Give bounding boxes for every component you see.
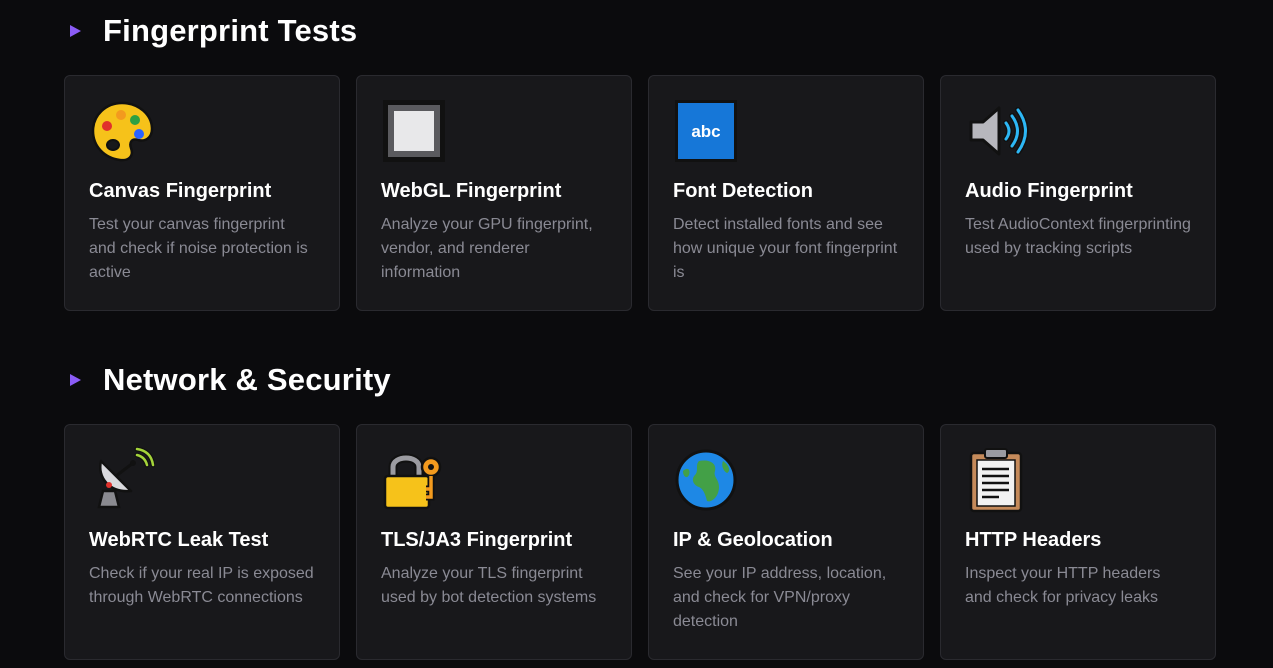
card-description: See your IP address, location, and check… [673,565,887,630]
card-ip-geolocation[interactable]: IP & Geolocation See your IP address, lo… [648,424,924,660]
card-font-detection[interactable]: abc Font Detection Detect installed font… [648,75,924,311]
section-title: Fingerprint Tests [103,13,358,48]
card-description: Analyze your TLS fingerprint used by bot… [381,565,597,606]
card-webrtc-leak-test[interactable]: WebRTC Leak Test Check if your real IP i… [64,424,340,660]
card-title: TLS/JA3 Fingerprint [381,529,573,551]
card-tls-ja3-fingerprint[interactable]: TLS/JA3 Fingerprint Analyze your TLS fin… [356,424,632,660]
card-description: Detect installed fonts and see how uniqu… [673,216,898,281]
triangle-bullet-icon [70,374,81,386]
network-security-grid: WebRTC Leak Test Check if your real IP i… [64,424,1216,660]
card-title: WebRTC Leak Test [89,529,269,551]
section-title: Network & Security [103,362,391,397]
clipboard-icon [969,448,1023,513]
section-header-network-security: Network & Security [70,360,391,400]
card-description: Test AudioContext fingerprinting used by… [965,216,1191,257]
card-description: Analyze your GPU fingerprint, vendor, an… [381,216,593,281]
card-description: Check if your real IP is exposed through… [89,565,314,606]
globe-icon [675,449,737,511]
card-webgl-fingerprint[interactable]: WebGL Fingerprint Analyze your GPU finge… [356,75,632,311]
card-description: Inspect your HTTP headers and check for … [965,565,1161,606]
card-title: IP & Geolocation [673,529,833,551]
card-title: WebGL Fingerprint [381,180,562,202]
fingerprint-tests-grid: Canvas Fingerprint Test your canvas fing… [64,75,1216,311]
speaker-icon [969,106,1029,156]
triangle-bullet-icon [70,25,81,37]
card-audio-fingerprint[interactable]: Audio Fingerprint Test AudioContext fing… [940,75,1216,311]
card-http-headers[interactable]: HTTP Headers Inspect your HTTP headers a… [940,424,1216,660]
card-title: Canvas Fingerprint [89,180,272,202]
lock-key-icon [383,453,442,510]
square-frame-icon [383,100,445,162]
satellite-dish-icon [97,447,155,509]
page: Fingerprint Tests Canvas Fingerprint Tes… [0,0,1273,668]
abc-icon: abc [675,100,737,162]
card-description: Test your canvas fingerprint and check i… [89,216,308,281]
section-header-fingerprint-tests: Fingerprint Tests [70,11,357,51]
card-canvas-fingerprint[interactable]: Canvas Fingerprint Test your canvas fing… [64,75,340,311]
card-title: HTTP Headers [965,529,1102,551]
abc-icon-text: abc [691,122,720,141]
palette-icon [91,101,154,162]
card-title: Font Detection [673,180,813,202]
card-title: Audio Fingerprint [965,180,1133,202]
